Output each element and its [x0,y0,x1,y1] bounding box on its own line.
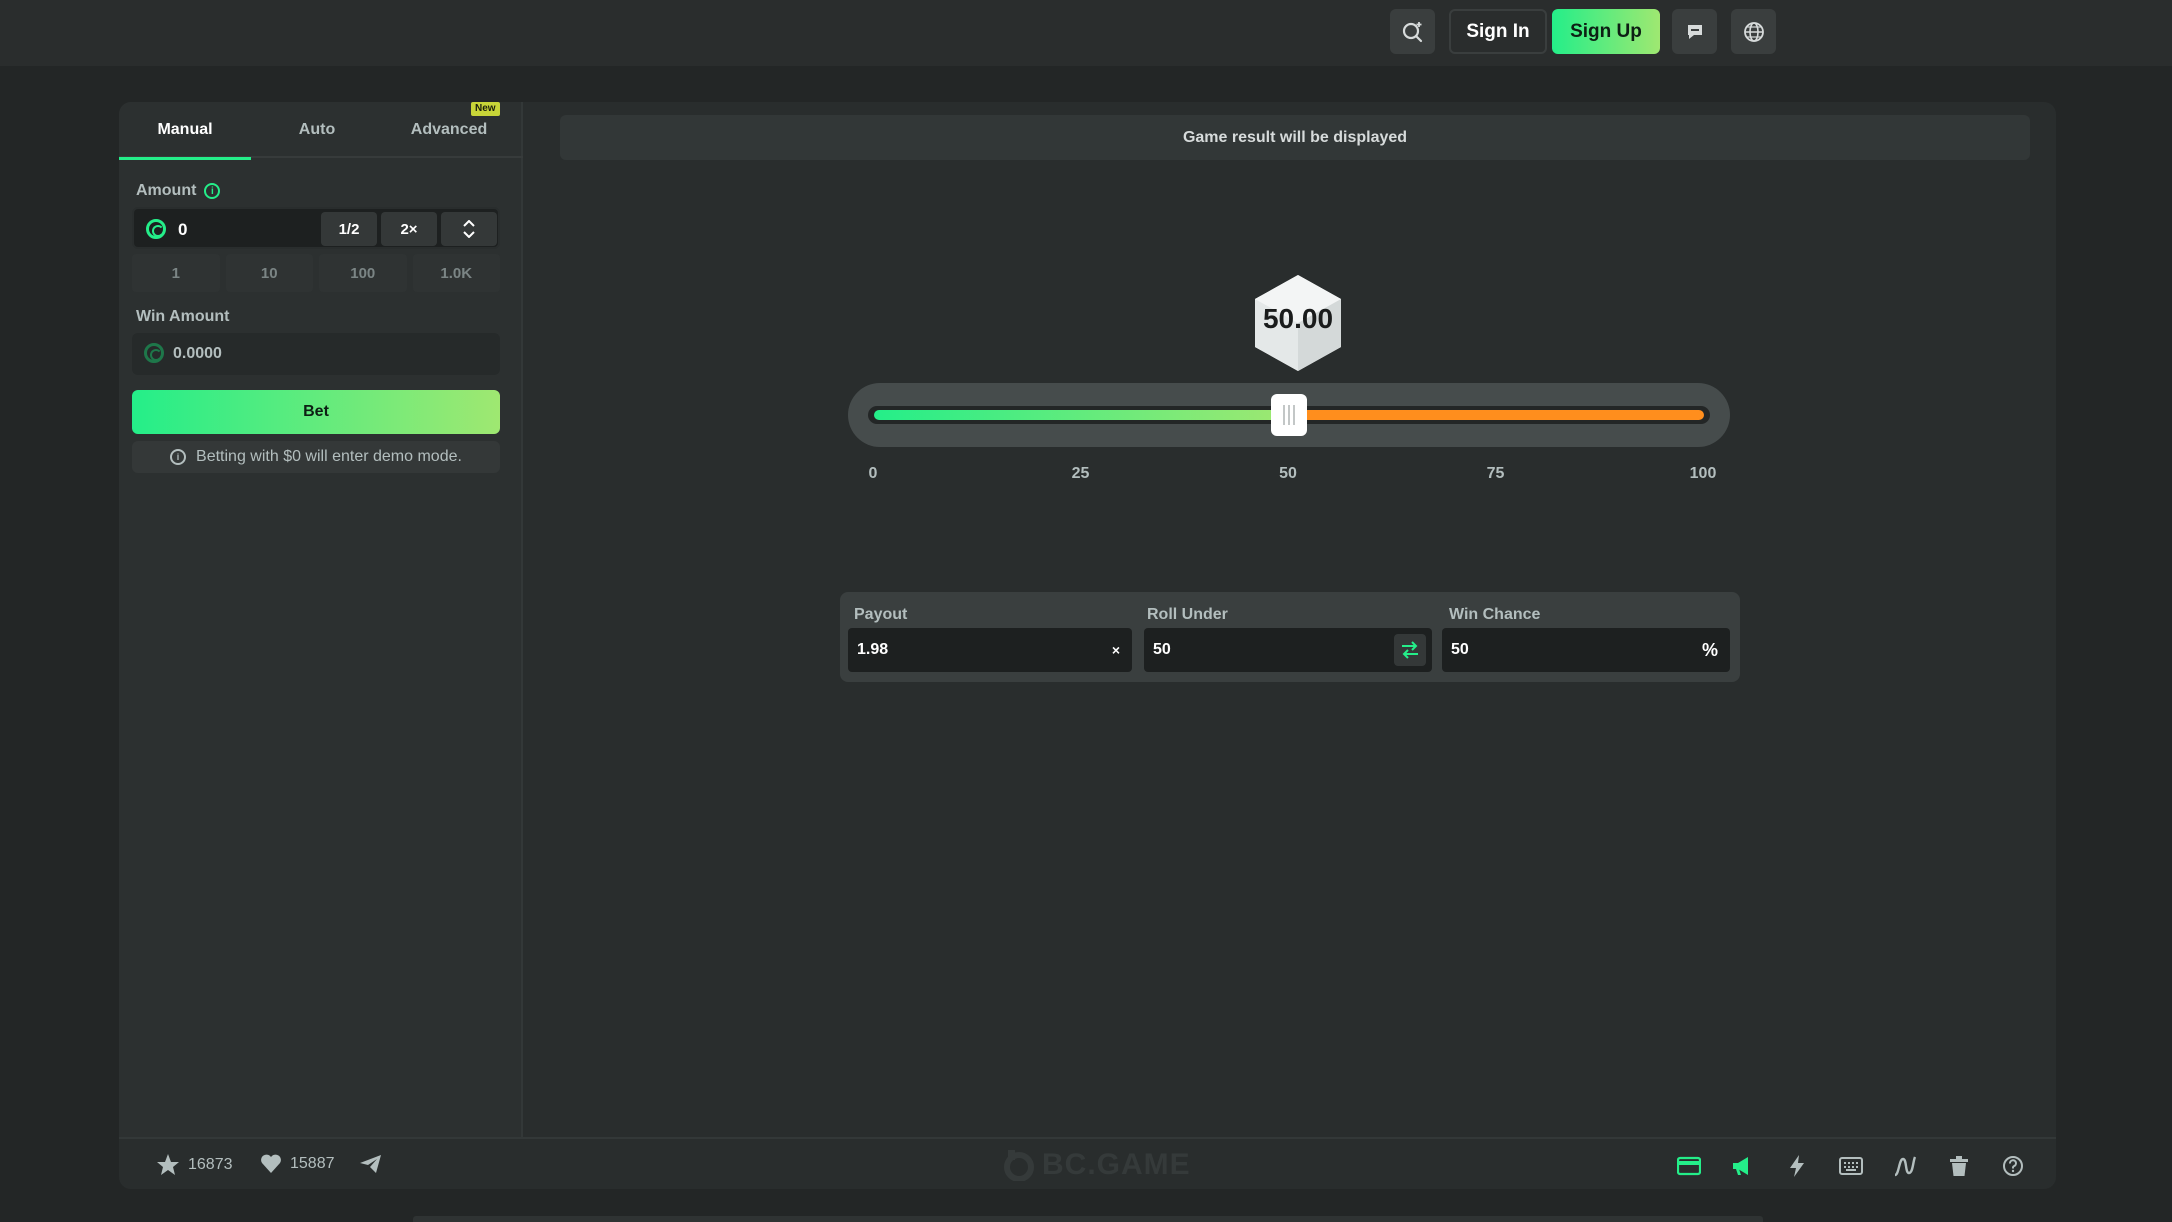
quick-amount-button[interactable]: 100 [319,254,407,292]
chevron-up-icon[interactable] [463,220,475,227]
sign-up-button[interactable]: Sign Up [1552,9,1660,54]
slider-handle[interactable] [1271,394,1307,436]
win-chance-value[interactable]: 50 [1451,641,1469,659]
slider-win-range [874,410,1289,420]
favorites-count: 15887 [290,1155,335,1172]
search-icon [1402,21,1422,42]
roll-under-value[interactable]: 50 [1153,641,1171,659]
lightning-icon [1790,1155,1804,1177]
amount-value[interactable]: 0 [178,220,187,240]
amount-stepper[interactable] [441,212,497,246]
stats-button[interactable] [1892,1153,1918,1179]
share-button[interactable] [359,1153,383,1180]
globe-icon [1743,21,1764,42]
top-bar: Sign In Sign Up [0,0,2172,66]
multiplier-icon: × [1111,642,1120,658]
likes-count: 16873 [188,1156,233,1173]
page-bottom-edge [413,1216,1763,1222]
sign-in-button[interactable]: Sign In [1449,9,1547,54]
likes-stat[interactable]: 16873 [156,1153,233,1177]
slider-ticks: 0 25 50 75 100 [119,465,2056,485]
swap-icon [1402,641,1418,659]
amount-label-row: Amount i [136,182,221,200]
win-amount-value: 0.0000 [173,345,222,362]
tab-auto[interactable]: Auto [251,102,383,158]
heart-icon [261,1154,281,1173]
game-result-bar: Game result will be displayed [560,115,2030,160]
megaphone-icon [1733,1157,1748,1175]
win-chance-label: Win Chance [1449,606,1541,623]
lightning-button[interactable] [1784,1153,1810,1179]
slider-lose-range [1289,410,1704,420]
demo-note-text: Betting with $0 will enter demo mode. [196,448,462,465]
payout-label: Payout [854,606,908,623]
send-icon [360,1155,381,1173]
double-button[interactable]: 2× [381,212,437,246]
tab-manual[interactable]: Manual [119,102,251,160]
chat-button[interactable] [1672,9,1717,54]
dice-value: 50.00 [1262,303,1334,334]
keyboard-button[interactable] [1838,1153,1864,1179]
search-button[interactable] [1390,9,1435,54]
game-panel: Manual Auto Advanced New Amount i 0 1/2 … [119,102,2056,1189]
megaphone-button[interactable] [1730,1153,1756,1179]
win-amount-label: Win Amount [136,308,230,325]
new-badge: New [471,102,500,116]
roll-slider[interactable] [848,383,1730,447]
quick-amount-button[interactable]: 1 [132,254,220,292]
coin-icon [144,343,164,363]
slider-tick-label: 25 [1071,465,1090,482]
favorites-stat[interactable]: 15887 [260,1153,335,1175]
payout-input[interactable]: 1.98 × [848,628,1132,672]
coin-icon [146,219,166,239]
chevron-down-icon[interactable] [463,231,475,238]
bet-button[interactable]: Bet [132,390,500,434]
trash-button[interactable] [1946,1153,1972,1179]
keyboard-icon [1839,1157,1863,1175]
roll-under-input[interactable]: 50 [1144,628,1432,672]
help-icon [2003,1156,2023,1176]
slider-tick-label: 75 [1486,465,1505,482]
info-icon[interactable]: i [204,183,221,199]
logo-icon [1004,1150,1034,1181]
amount-label: Amount [136,182,197,199]
bet-sidebar: Manual Auto Advanced New Amount i 0 1/2 … [119,102,523,1137]
win-chance-input[interactable]: 50 % [1442,628,1730,672]
trash-icon [1950,1156,1968,1176]
bet-mode-tabs: Manual Auto Advanced New [119,102,523,160]
card-button[interactable] [1676,1153,1702,1179]
dice-result: 50.00 [1253,273,1343,373]
percent-icon: % [1701,640,1718,660]
chat-icon [1687,24,1702,39]
bottom-bar: 16873 15887 BC.GAME [119,1137,2056,1189]
win-amount-field: 0.0000 [132,333,500,375]
bet-parameters: Payout 1.98 × Roll Under 50 Win Chance 5… [840,592,1740,682]
logo-text: BC.GAME [1042,1148,1191,1181]
slider-tick-label: 50 [1279,465,1297,482]
quick-amount-button[interactable]: 1.0K [412,254,500,292]
half-button[interactable]: 1/2 [321,212,377,246]
language-button[interactable] [1731,9,1776,54]
payout-value[interactable]: 1.98 [857,641,888,659]
info-icon: i [170,449,187,465]
slider-tick-label: 0 [868,465,878,482]
brand-logo: BC.GAME [1004,1148,1191,1182]
quick-amounts: 1 10 100 1.0K [132,254,500,292]
quick-amount-button[interactable]: 10 [225,254,313,292]
star-icon [157,1154,179,1175]
roll-under-label: Roll Under [1147,606,1228,623]
swap-button[interactable] [1394,634,1426,666]
help-button[interactable] [2000,1153,2026,1179]
slider-tick-label: 100 [1689,465,1717,482]
chart-icon [1894,1156,1917,1177]
amount-input[interactable]: 0 1/2 2× [132,207,500,249]
card-icon [1677,1156,1701,1176]
